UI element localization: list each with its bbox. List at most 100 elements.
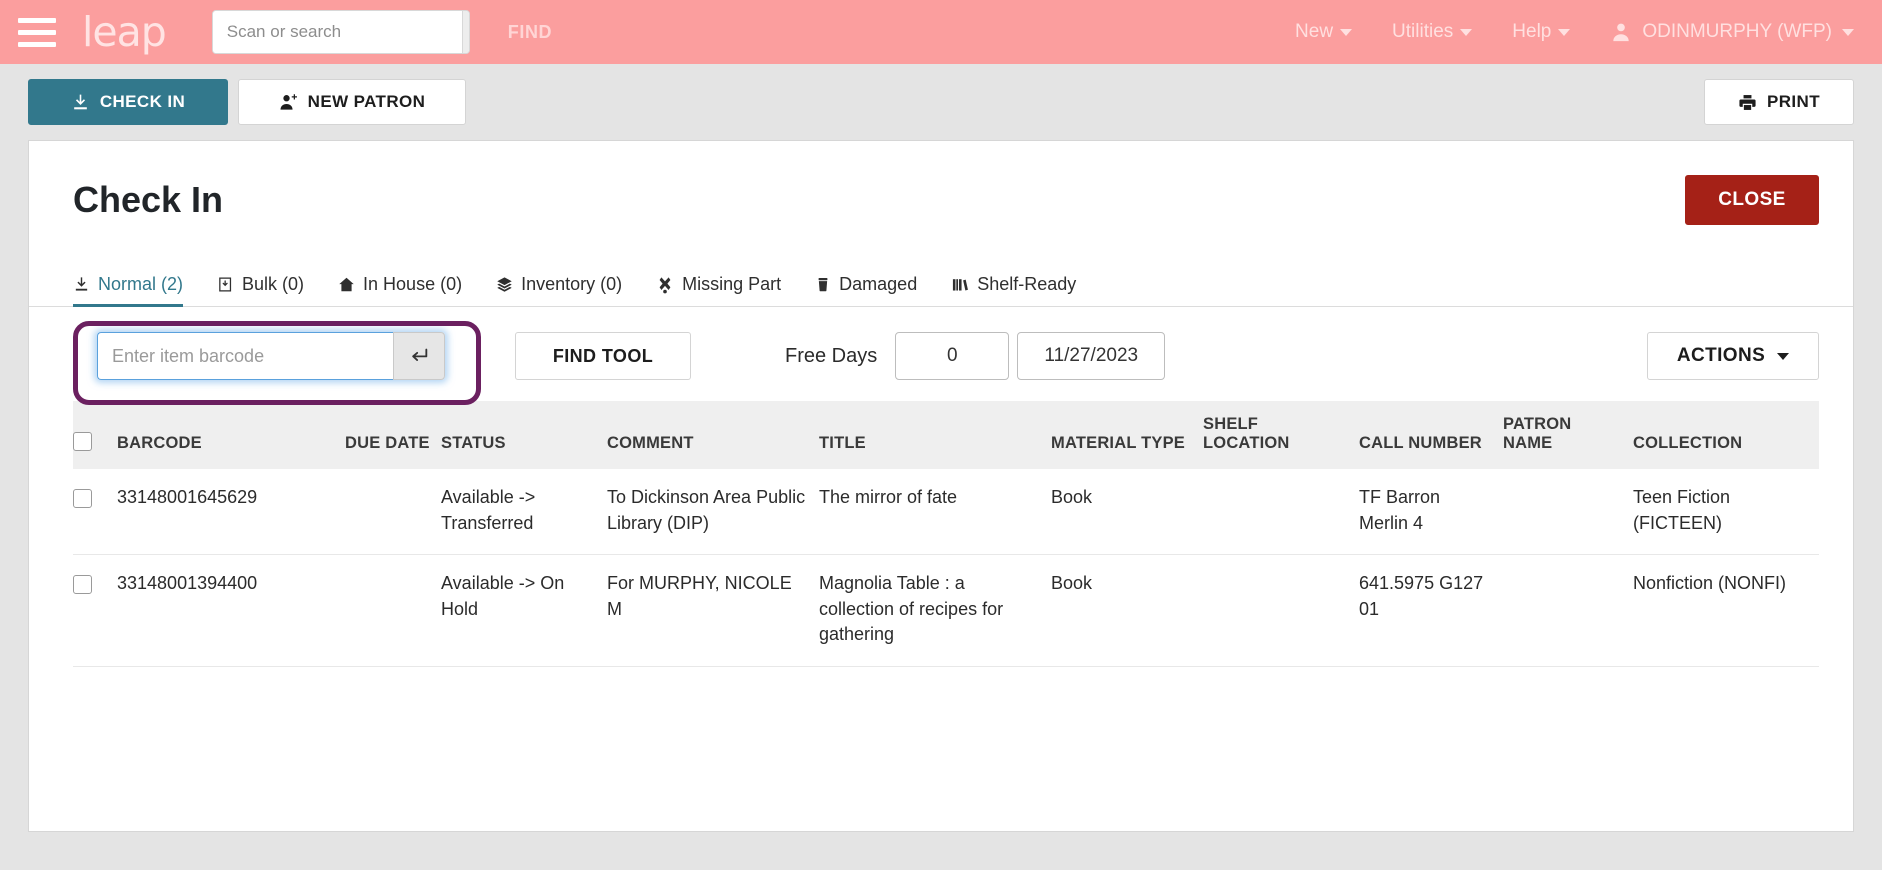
user-name-label: ODINMURPHY (WFP) <box>1642 21 1832 42</box>
tab-inventory[interactable]: Inventory (0) <box>496 274 622 306</box>
row-select-cell <box>73 554 117 667</box>
column-header-barcode[interactable]: BARCODE <box>117 401 345 469</box>
chevron-down-icon <box>1340 28 1353 36</box>
menu-help[interactable]: Help <box>1512 21 1571 43</box>
cell-collection: Teen Fiction (FICTEEN) <box>1633 469 1819 556</box>
close-button[interactable]: CLOSE <box>1685 175 1819 225</box>
workform-header: Check In CLOSE <box>29 141 1853 249</box>
tab-damaged-label: Damaged <box>839 274 918 294</box>
cell-call-number: TF Barron Merlin 4 <box>1359 469 1503 556</box>
tab-inventory-label: Inventory (0) <box>521 274 623 294</box>
layers-icon <box>496 276 513 293</box>
column-header-collection[interactable]: COLLECTION <box>1633 401 1819 469</box>
menu-help-label: Help <box>1512 21 1552 42</box>
barcode-input[interactable] <box>97 332 393 380</box>
cell-material-type: Book <box>1051 554 1203 667</box>
new-patron-button[interactable]: NEW PATRON <box>238 79 466 125</box>
table-header: BARCODE DUE DATE STATUS COMMENT TITLE MA… <box>73 401 1819 469</box>
find-tool-button[interactable]: FIND TOOL <box>515 332 691 380</box>
tab-bulk[interactable]: Bulk (0) <box>217 274 304 306</box>
table-body: 33148001645629 Available -> Transferred … <box>73 469 1819 667</box>
menu-utilities[interactable]: Utilities <box>1392 21 1473 43</box>
header-menu-group: New Utilities Help ODINMURPHY (WFP) <box>1295 21 1860 43</box>
column-header-patron-name[interactable]: PATRON NAME <box>1503 401 1633 469</box>
row-checkbox[interactable] <box>73 574 92 594</box>
bulk-icon <box>217 276 234 293</box>
column-header-call-number[interactable]: CALL NUMBER <box>1359 401 1503 469</box>
search-input[interactable] <box>212 11 462 53</box>
chevron-down-icon <box>1842 28 1854 36</box>
tab-in-house[interactable]: In House (0) <box>338 274 462 306</box>
cell-shelf-location <box>1203 469 1359 556</box>
row-select-cell <box>73 469 117 556</box>
search-button[interactable] <box>461 11 470 53</box>
new-patron-label: NEW PATRON <box>307 92 426 111</box>
print-button[interactable]: PRINT <box>1704 79 1854 125</box>
row-checkbox[interactable] <box>73 488 92 508</box>
cell-collection: Nonfiction (NONFI) <box>1633 554 1819 667</box>
chevron-down-icon <box>1777 352 1790 360</box>
user-avatar-icon <box>1610 21 1632 43</box>
check-in-button[interactable]: CHECK IN <box>28 79 228 125</box>
missing-part-icon <box>656 276 674 294</box>
free-days-input[interactable] <box>895 332 1010 380</box>
free-days-date-input[interactable] <box>1017 332 1166 380</box>
table-row[interactable]: 33148001645629 Available -> Transferred … <box>73 469 1819 556</box>
tab-in-house-label: In House (0) <box>363 274 463 294</box>
check-in-table-wrapper: BARCODE DUE DATE STATUS COMMENT TITLE MA… <box>29 401 1853 667</box>
find-label: FIND <box>507 21 553 42</box>
hamburger-icon[interactable] <box>14 10 60 54</box>
tab-missing-part[interactable]: Missing Part <box>656 274 781 306</box>
books-icon <box>951 276 969 293</box>
check-in-workform: Check In CLOSE Normal (2) Bulk (0) In Ho… <box>28 140 1854 832</box>
table-row[interactable]: 33148001394400 Available -> On Hold For … <box>73 554 1819 667</box>
check-in-controls: FIND TOOL Free Days ACTIONS <box>29 307 1853 405</box>
menu-new[interactable]: New <box>1295 21 1353 43</box>
cell-title: The mirror of fate <box>819 469 1051 556</box>
cell-barcode: 33148001394400 <box>117 554 345 667</box>
search-icon <box>469 21 470 43</box>
column-header-title[interactable]: TITLE <box>819 401 1051 469</box>
cell-status: Available -> On Hold <box>441 554 607 667</box>
global-search <box>211 10 470 54</box>
app-logo[interactable]: leap <box>82 11 167 53</box>
tab-missing-part-label: Missing Part <box>682 274 782 294</box>
cell-due-date <box>345 554 441 667</box>
cell-call-number: 641.5975 G127 01 <box>1359 554 1503 667</box>
page-toolbar: CHECK IN NEW PATRON PRINT <box>0 64 1882 140</box>
select-all-header <box>73 401 117 469</box>
cell-due-date <box>345 469 441 556</box>
print-icon <box>1739 94 1756 110</box>
column-header-comment[interactable]: COMMENT <box>607 401 819 469</box>
user-menu[interactable]: ODINMURPHY (WFP) <box>1610 21 1854 43</box>
tab-normal[interactable]: Normal (2) <box>73 274 184 307</box>
cell-comment: To Dickinson Area Public Library (DIP) <box>607 469 819 556</box>
column-header-due-date[interactable]: DUE DATE <box>345 401 441 469</box>
cell-shelf-location <box>1203 554 1359 667</box>
new-patron-icon <box>280 93 297 110</box>
check-in-table: BARCODE DUE DATE STATUS COMMENT TITLE MA… <box>73 401 1819 667</box>
free-days-label: Free Days <box>785 344 878 367</box>
tab-damaged[interactable]: Damaged <box>815 274 917 306</box>
hamburger-bar <box>18 29 56 35</box>
select-all-checkbox[interactable] <box>73 432 92 451</box>
app-header: leap FIND New Utilities Help <box>0 0 1882 64</box>
column-header-material-type[interactable]: MATERIAL TYPE <box>1051 401 1203 469</box>
actions-label: ACTIONS <box>1676 345 1766 366</box>
cell-barcode: 33148001645629 <box>117 469 345 556</box>
enter-key-icon <box>412 348 428 361</box>
cell-comment: For MURPHY, NICOLE M <box>607 554 819 667</box>
tab-bulk-label: Bulk (0) <box>242 274 305 294</box>
table-header-row: BARCODE DUE DATE STATUS COMMENT TITLE MA… <box>73 401 1819 469</box>
actions-button[interactable]: ACTIONS <box>1647 332 1819 380</box>
column-header-shelf-location[interactable]: SHELF LOCATION <box>1203 401 1359 469</box>
barcode-submit-button[interactable] <box>393 332 445 380</box>
cell-patron-name <box>1503 469 1633 556</box>
hamburger-bar <box>18 41 56 47</box>
column-header-status[interactable]: STATUS <box>441 401 607 469</box>
check-in-icon <box>73 276 90 293</box>
workform-tabs: Normal (2) Bulk (0) In House (0) Invento… <box>29 249 1853 307</box>
check-in-icon <box>73 94 87 109</box>
page-title: Check In <box>73 179 224 220</box>
tab-shelf-ready[interactable]: Shelf-Ready <box>951 274 1076 306</box>
